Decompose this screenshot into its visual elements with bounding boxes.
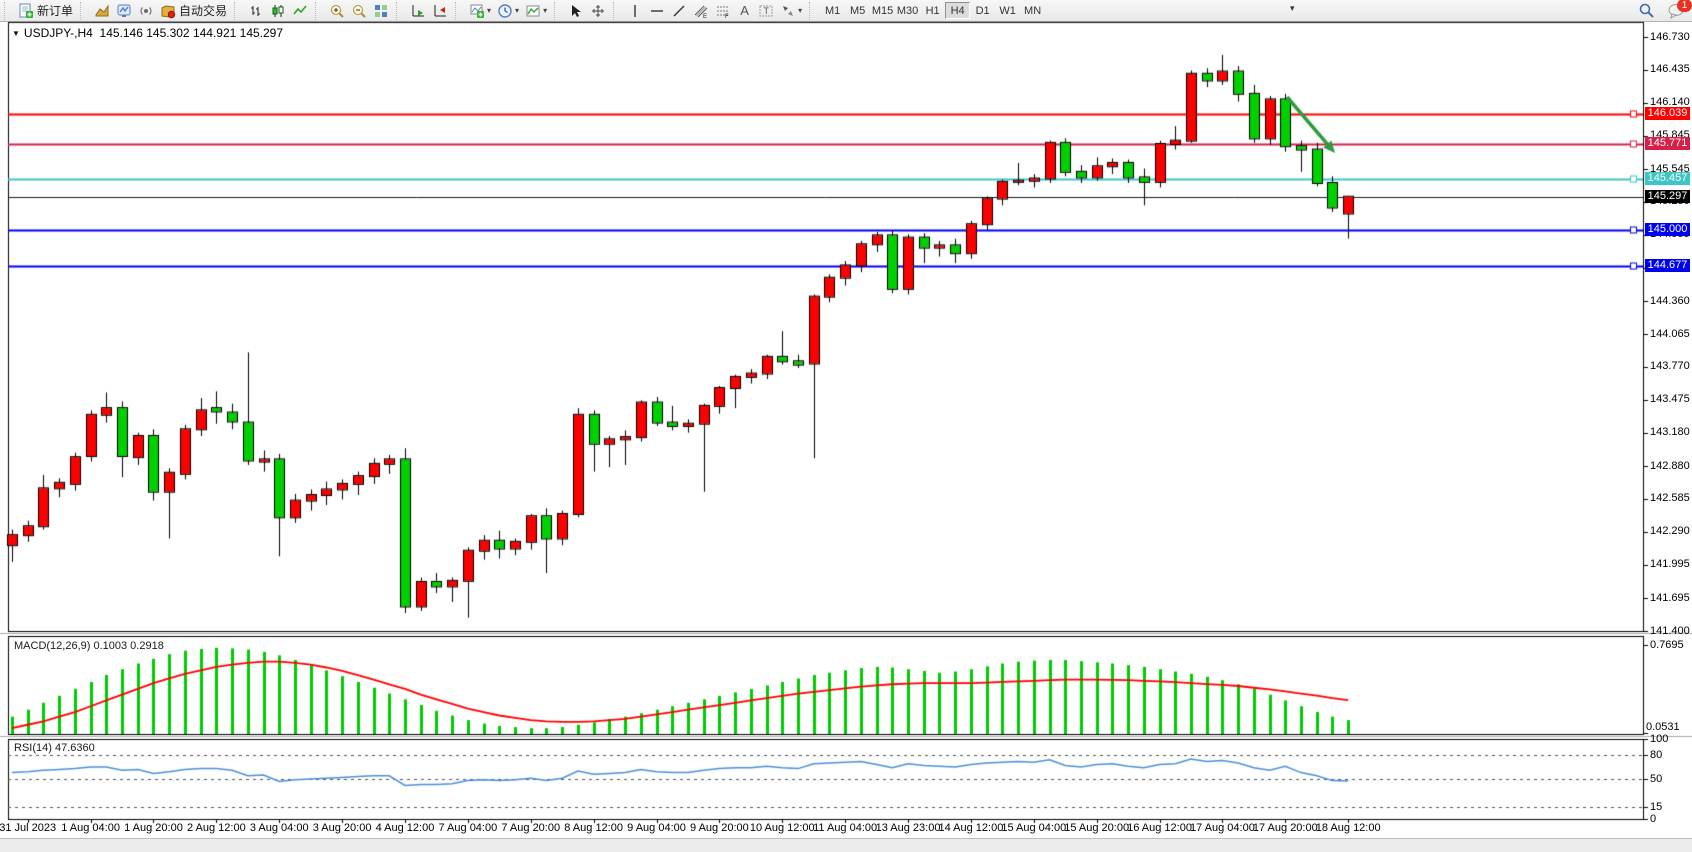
price-axis-label: 141.400 — [1650, 625, 1690, 637]
time-axis-label: 15 Aug 20:00 — [1064, 822, 1129, 834]
time-axis-label: 17 Aug 20:00 — [1253, 822, 1318, 834]
price-line-badge: 145.771 — [1645, 137, 1690, 150]
time-axis-label: 10 Aug 12:00 — [750, 822, 815, 834]
time-axis-label: 18 Aug 12:00 — [1316, 822, 1381, 834]
macd-axis-label: 0.7695 — [1650, 639, 1684, 651]
time-axis-label: 7 Aug 04:00 — [438, 822, 497, 834]
price-axis-label: 142.290 — [1650, 525, 1690, 537]
time-axis-label: 31 Jul 2023 — [0, 822, 56, 834]
rsi-axis-label: 15 — [1650, 801, 1662, 813]
time-axis-label: 4 Aug 12:00 — [376, 822, 435, 834]
price-axis-label: 146.435 — [1650, 63, 1690, 75]
terminal-window: 新订单 自动交易 — [0, 0, 1692, 852]
time-axis-label: 1 Aug 20:00 — [124, 822, 183, 834]
macd-axis-label: 0.0531 — [1646, 721, 1680, 733]
chart-ohlc-values: 145.146 145.302 144.921 145.297 — [100, 26, 284, 40]
price-axis-label: 141.695 — [1650, 592, 1690, 604]
chart-symbol-period: USDJPY-,H4 — [24, 26, 93, 40]
time-axis-label: 1 Aug 04:00 — [61, 822, 120, 834]
price-line-badge: 144.677 — [1645, 259, 1690, 272]
price-axis-label: 144.065 — [1650, 328, 1690, 340]
time-axis-label: 3 Aug 20:00 — [313, 822, 372, 834]
price-line-badge: 145.457 — [1645, 172, 1690, 185]
price-axis-label: 143.180 — [1650, 426, 1690, 438]
time-axis-label: 11 Aug 04:00 — [813, 822, 877, 834]
time-axis-label: 3 Aug 04:00 — [250, 822, 309, 834]
time-axis-label: 17 Aug 04:00 — [1190, 822, 1255, 834]
price-line-badge: 145.297 — [1645, 190, 1690, 203]
price-axis-label: 143.475 — [1650, 393, 1690, 405]
chart-title: ▼ USDJPY-,H4 145.146 145.302 144.921 145.… — [12, 26, 283, 40]
macd-label: MACD(12,26,9) 0.1003 0.2918 — [14, 640, 164, 652]
time-axis-label: 9 Aug 20:00 — [690, 822, 749, 834]
time-axis-label: 14 Aug 12:00 — [938, 822, 1003, 834]
time-axis-label: 2 Aug 12:00 — [187, 822, 246, 834]
rsi-axis-label: 0 — [1650, 813, 1656, 825]
time-axis-label: 8 Aug 12:00 — [564, 822, 623, 834]
rsi-label: RSI(14) 47.6360 — [14, 742, 95, 754]
price-axis-label: 146.730 — [1650, 31, 1690, 43]
price-line-badge: 145.000 — [1645, 223, 1690, 236]
price-axis-label: 144.360 — [1650, 295, 1690, 307]
time-axis-label: 7 Aug 20:00 — [501, 822, 560, 834]
time-axis-label: 15 Aug 04:00 — [1001, 822, 1066, 834]
chart-canvas[interactable] — [0, 0, 1692, 852]
status-bar — [0, 838, 1692, 852]
price-axis-label: 143.770 — [1650, 360, 1690, 372]
price-axis-label: 142.880 — [1650, 460, 1690, 472]
time-axis-label: 16 Aug 12:00 — [1127, 822, 1192, 834]
rsi-axis-label: 50 — [1650, 773, 1662, 785]
chart-dropdown-icon[interactable]: ▼ — [12, 29, 20, 38]
rsi-axis-label: 80 — [1650, 749, 1662, 761]
time-axis-label: 13 Aug 23:00 — [876, 822, 941, 834]
price-line-badge: 146.039 — [1645, 107, 1690, 120]
price-axis-label: 142.585 — [1650, 492, 1690, 504]
price-axis-label: 141.995 — [1650, 558, 1690, 570]
rsi-axis-label: 100 — [1650, 733, 1668, 745]
time-axis-label: 9 Aug 04:00 — [627, 822, 686, 834]
